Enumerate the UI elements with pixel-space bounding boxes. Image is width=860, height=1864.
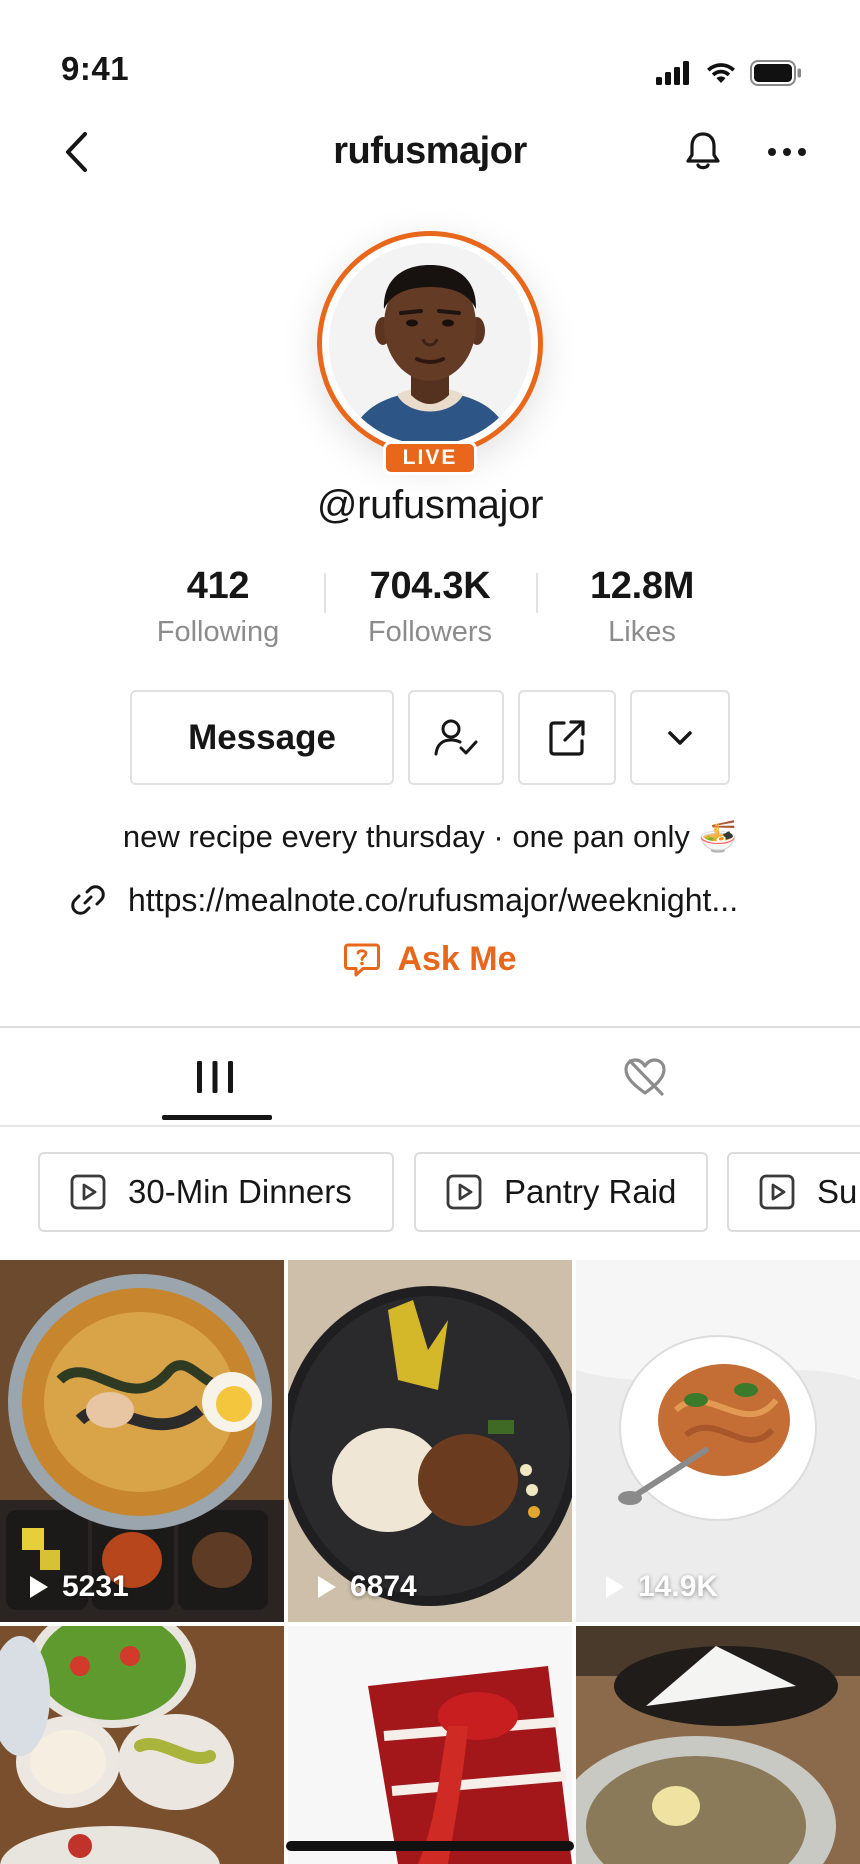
playlist-chip[interactable]: 30-Min Dinners <box>38 1152 394 1232</box>
view-count-label: 5231 <box>62 1570 129 1603</box>
playlist-chip[interactable]: Su <box>727 1152 860 1232</box>
play-icon <box>30 1576 48 1598</box>
stat-divider <box>324 573 326 613</box>
tab-liked[interactable] <box>430 1028 860 1126</box>
playlist-row: 30-Min Dinners Pantry Raid Su <box>0 1152 860 1232</box>
video-thumbnail[interactable] <box>288 1626 572 1864</box>
tab-videos[interactable] <box>0 1028 430 1126</box>
play-square-icon <box>759 1174 795 1210</box>
video-thumbnail[interactable]: 5231 <box>0 1260 284 1622</box>
stat-following[interactable]: 412 Following <box>118 565 318 649</box>
video-thumbnail[interactable] <box>576 1626 860 1864</box>
soup-image <box>576 1626 860 1864</box>
video-thumbnail[interactable]: 14.9K <box>576 1260 860 1622</box>
avatar-photo <box>329 243 531 445</box>
playlist-label: 30-Min Dinners <box>128 1173 352 1210</box>
link-icon <box>71 885 105 915</box>
external-link-icon <box>549 719 585 756</box>
stat-value: 12.8M <box>589 565 695 607</box>
ask-me-button[interactable]: Ask Me <box>0 940 860 979</box>
notifications-button[interactable] <box>680 128 726 174</box>
view-count: 5231 <box>28 1570 129 1604</box>
video-grid-icon <box>197 1061 233 1093</box>
more-horizontal-icon <box>768 148 806 156</box>
user-check-icon <box>434 719 478 755</box>
battery-icon <box>750 60 802 91</box>
share-button[interactable] <box>518 690 616 785</box>
play-square-icon <box>70 1174 106 1210</box>
view-count: 6874 <box>316 1570 417 1604</box>
stat-label: Likes <box>608 616 676 648</box>
view-count-label: 6874 <box>350 1570 417 1603</box>
view-count: 14.9K <box>604 1570 718 1604</box>
video-thumbnail[interactable]: 6874 <box>288 1260 572 1622</box>
play-square-icon <box>446 1174 482 1210</box>
chevron-down-icon <box>668 730 692 745</box>
playlist-chip[interactable]: Pantry Raid <box>414 1152 708 1232</box>
stat-likes[interactable]: 12.8M Likes <box>542 565 742 649</box>
question-bubble-icon <box>344 943 381 976</box>
wifi-icon <box>705 61 737 90</box>
live-badge[interactable]: LIVE <box>383 441 477 475</box>
message-button[interactable]: Message <box>130 690 394 785</box>
nav-bar: rufusmajor <box>0 118 860 188</box>
profile-stats: 412 Following 704.3K Followers 12.8M Lik… <box>0 565 860 655</box>
profile-bio: new recipe every thursday · one pan only… <box>122 819 738 854</box>
bell-icon <box>686 132 720 170</box>
avatar[interactable] <box>317 231 543 457</box>
status-time: 9:41 <box>61 50 130 87</box>
play-icon <box>318 1576 336 1598</box>
ask-me-label: Ask Me <box>397 940 517 978</box>
cellular-signal-icon <box>656 61 692 90</box>
stat-label: Followers <box>367 616 493 648</box>
divider <box>0 1125 860 1127</box>
salad-image <box>0 1626 284 1864</box>
profile-link-text[interactable]: https://mealnote.co/rufusmajor/weeknight… <box>128 882 738 919</box>
play-icon <box>606 1576 624 1598</box>
page-title: rufusmajor <box>333 130 527 172</box>
following-button[interactable] <box>408 690 504 785</box>
stat-followers[interactable]: 704.3K Followers <box>330 565 530 649</box>
spaghetti-image <box>576 1260 860 1622</box>
more-options-button[interactable] <box>762 130 812 174</box>
playlist-label: Su <box>817 1173 858 1210</box>
plated-dish-image <box>288 1260 572 1622</box>
stat-divider <box>536 573 538 613</box>
stat-label: Following <box>156 616 280 648</box>
status-icons <box>656 60 802 91</box>
active-tab-indicator <box>162 1115 272 1120</box>
status-bar: 9:41 <box>0 0 860 120</box>
ramen-image <box>0 1260 284 1622</box>
profile-link[interactable]: https://mealnote.co/rufusmajor/weeknight… <box>70 878 738 922</box>
video-grid: 5231 6874 14.9K <box>0 1260 860 1864</box>
cake-image <box>288 1626 572 1864</box>
home-indicator[interactable] <box>286 1841 574 1851</box>
suggested-accounts-button[interactable] <box>630 690 730 785</box>
video-thumbnail[interactable] <box>0 1626 284 1864</box>
view-count-label: 14.9K <box>638 1570 719 1603</box>
playlist-label: Pantry Raid <box>504 1173 677 1210</box>
stat-value: 412 <box>186 565 250 607</box>
heart-hidden-icon <box>624 1058 666 1096</box>
profile-handle: @rufusmajor <box>316 483 544 527</box>
stat-value: 704.3K <box>369 565 491 607</box>
